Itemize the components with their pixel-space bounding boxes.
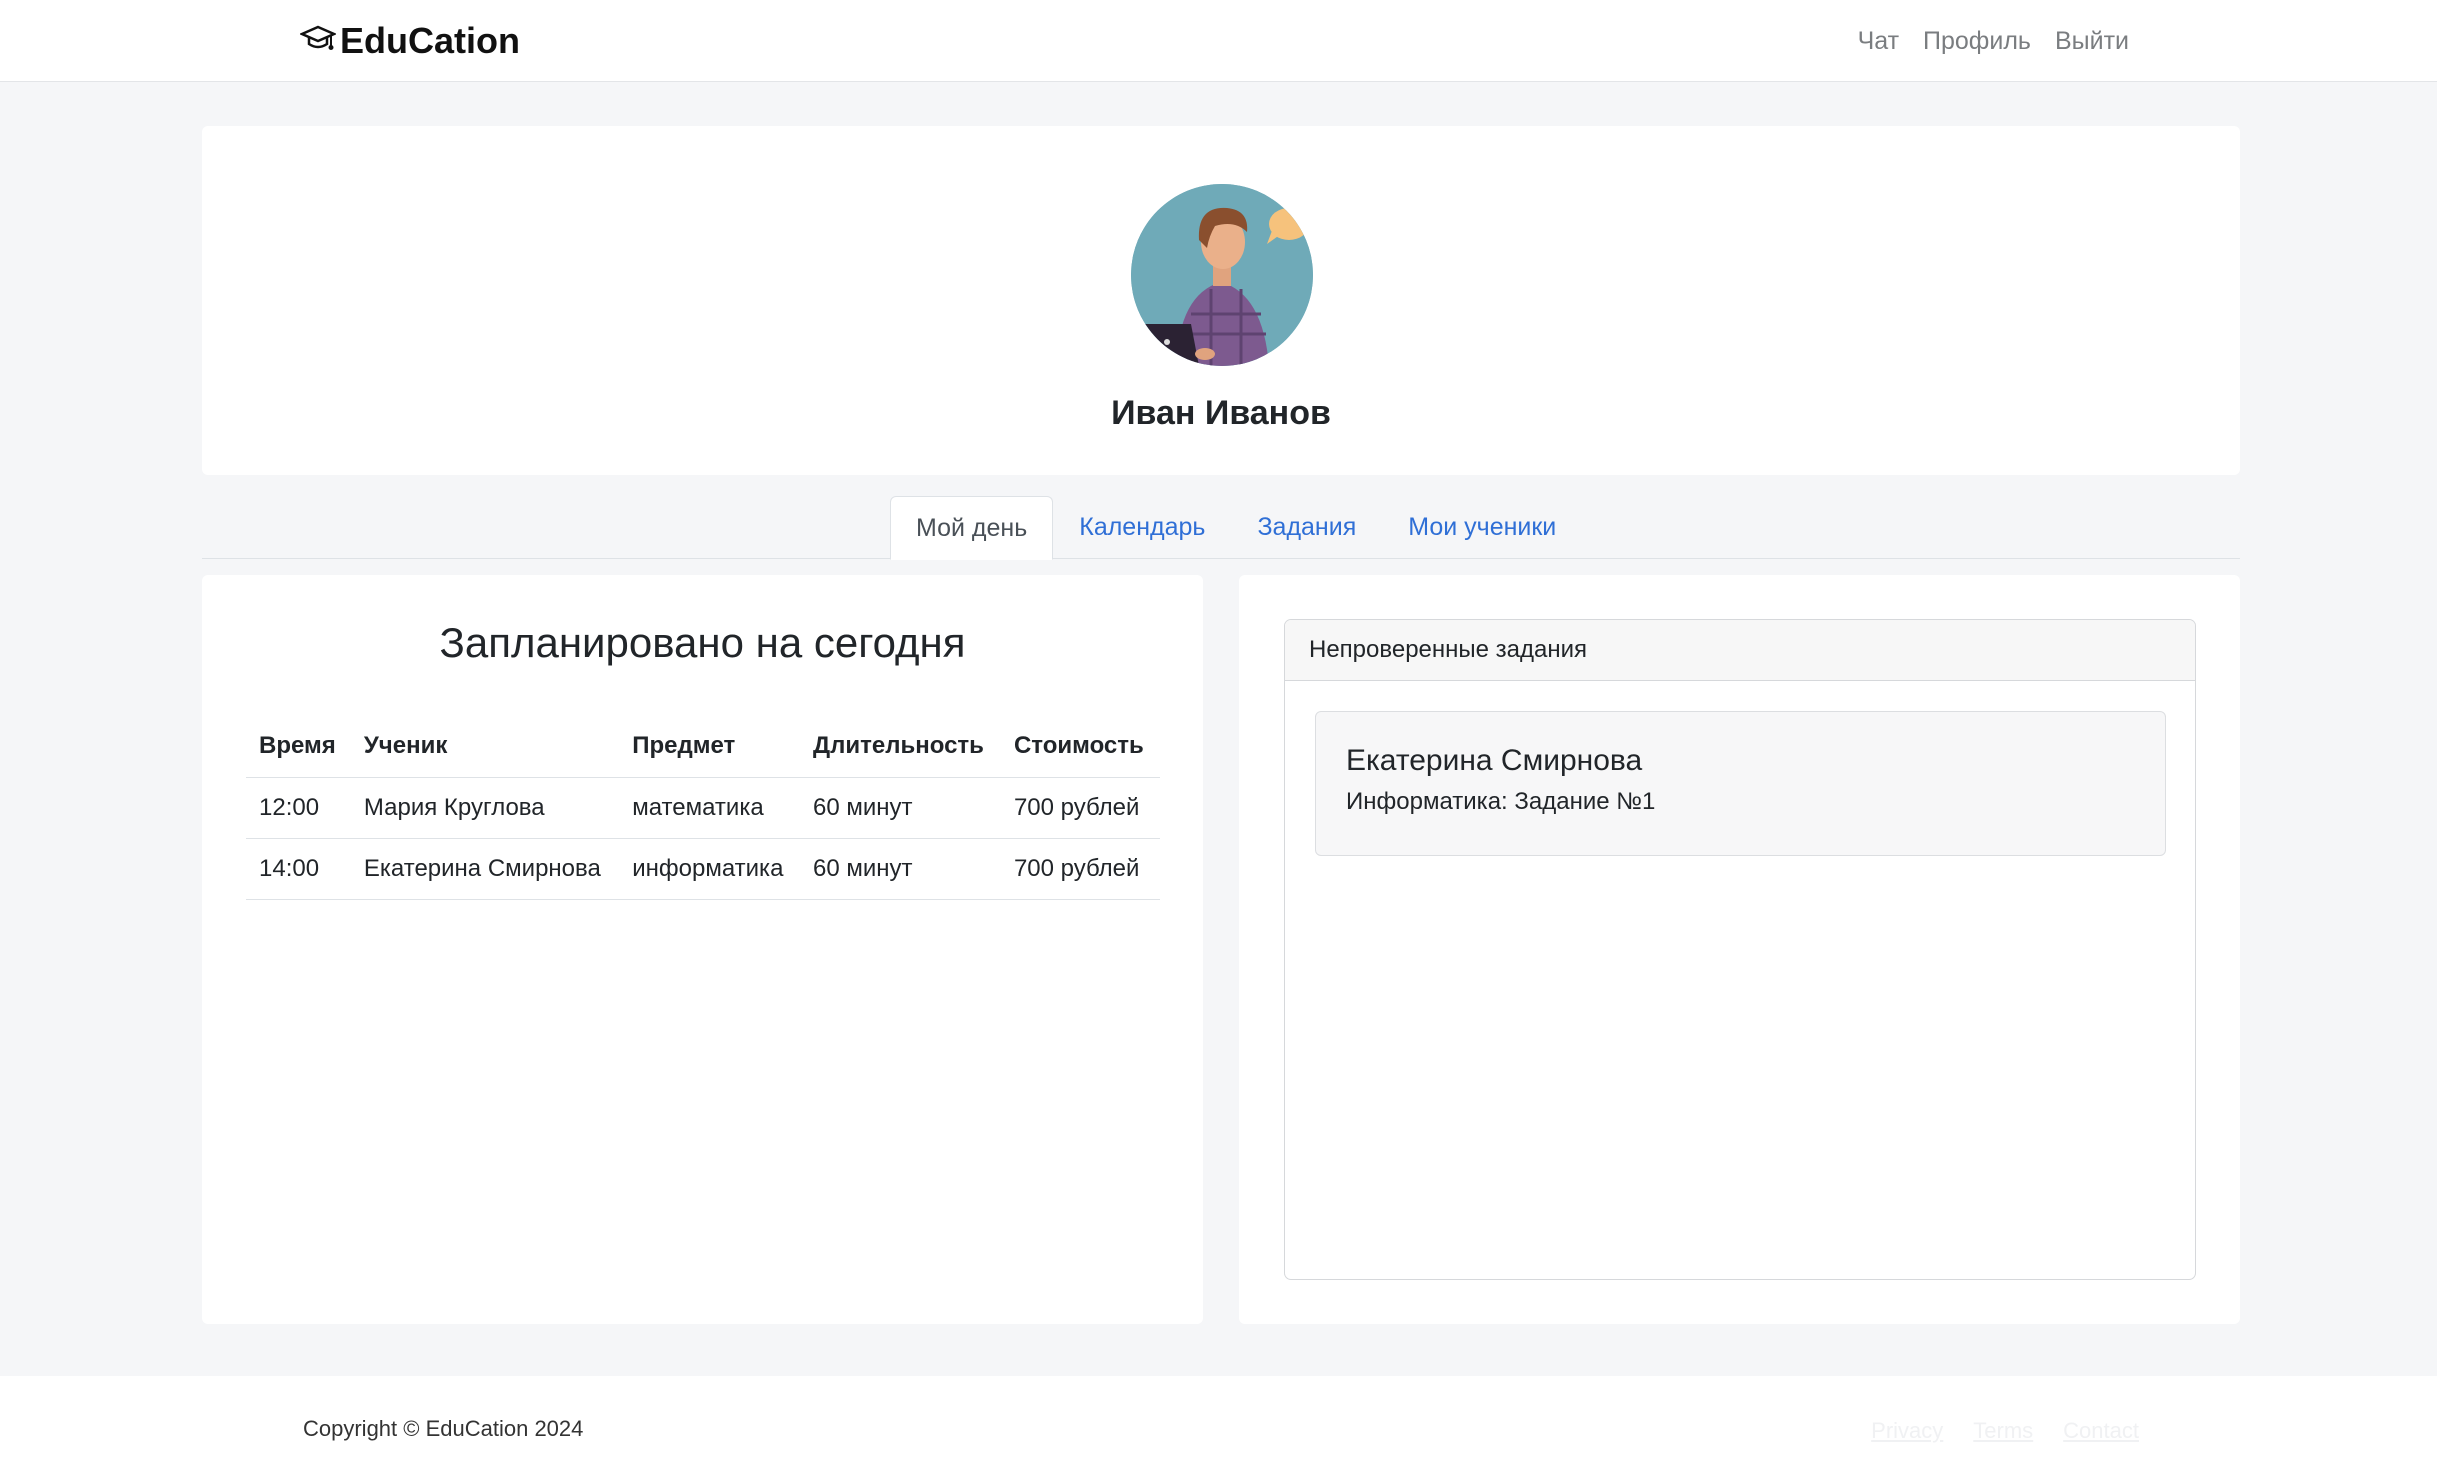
tab-calendar[interactable]: Календарь (1053, 496, 1231, 559)
avatar (1131, 184, 1313, 366)
column-header-time: Время (246, 715, 351, 778)
cell-student: Мария Круглова (350, 777, 620, 839)
nav-link-profile[interactable]: Профиль (1923, 27, 2031, 56)
table-header-row: Время Ученик Предмет Длительность Стоимо… (246, 715, 1160, 778)
copyright-text: Copyright © EduCation 2024 (303, 1416, 584, 1441)
tasks-panel: Непроверенные задания Екатерина Смирнова… (1239, 575, 2240, 1324)
nav-links: Чат Профиль Выйти (1858, 20, 2129, 62)
tab-my-day[interactable]: Мой день (890, 496, 1054, 560)
brand-name: EduCation (340, 20, 520, 61)
cell-time: 12:00 (246, 777, 351, 839)
column-header-duration: Длительность (800, 715, 1001, 778)
cell-duration: 60 минут (800, 777, 1001, 839)
navbar: EduCation Чат Профиль Выйти (0, 0, 2437, 82)
nav-link-logout[interactable]: Выйти (2055, 27, 2129, 56)
schedule-panel: Запланировано на сегодня Время Ученик Пр… (202, 575, 1203, 1324)
nav-link-chat[interactable]: Чат (1858, 27, 1899, 56)
task-student-name: Екатерина Смирнова (1346, 744, 1643, 777)
column-header-subject: Предмет (619, 715, 801, 778)
footer-link-contact[interactable]: Contact (2063, 1418, 2139, 1444)
table-row: 14:00 Екатерина Смирнова информатика 60 … (246, 838, 1160, 900)
cell-subject: информатика (619, 838, 801, 900)
schedule-table: Время Ученик Предмет Длительность Стоимо… (246, 715, 1160, 900)
tab-tasks[interactable]: Задания (1231, 496, 1382, 559)
table-row: 12:00 Мария Круглова математика 60 минут… (246, 777, 1160, 839)
unchecked-tasks-card: Непроверенные задания Екатерина Смирнова… (1284, 619, 2196, 1280)
profile-name: Иван Иванов (1111, 394, 1331, 432)
profile-card: Иван Иванов (202, 126, 2240, 475)
cell-duration: 60 минут (800, 838, 1001, 900)
footer-link-terms[interactable]: Terms (1973, 1418, 2033, 1444)
column-header-price: Стоимость (1000, 715, 1160, 778)
cell-price: 700 рублей (1000, 777, 1160, 839)
cell-price: 700 рублей (1000, 838, 1160, 900)
footer-link-privacy[interactable]: Privacy (1871, 1418, 1943, 1444)
unchecked-tasks-header: Непроверенные задания (1285, 620, 2195, 681)
task-item[interactable]: Екатерина Смирнова Информатика: Задание … (1315, 711, 2166, 856)
tab-list: Мой день Календарь Задания Мои ученики (890, 496, 1582, 560)
column-header-student: Ученик (350, 715, 620, 778)
tab-my-students[interactable]: Мои ученики (1382, 496, 1582, 559)
cell-time: 14:00 (246, 838, 351, 900)
footer-links: Privacy Terms Contact (1871, 1418, 2139, 1444)
schedule-title: Запланировано на сегодня (439, 619, 966, 666)
footer: Copyright © EduCation 2024 Privacy Terms… (0, 1376, 2437, 1478)
brand-logo[interactable]: EduCation (298, 16, 520, 66)
task-subject: Информатика: Задание №1 (1346, 788, 1656, 815)
cell-subject: математика (619, 777, 801, 839)
graduation-cap-icon (298, 19, 338, 64)
profile-tabs: Мой день Календарь Задания Мои ученики (202, 496, 2240, 560)
cell-student: Екатерина Смирнова (350, 838, 620, 900)
